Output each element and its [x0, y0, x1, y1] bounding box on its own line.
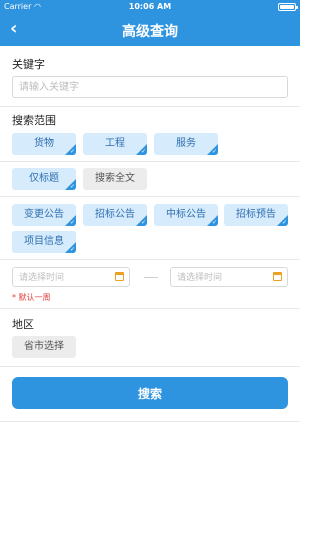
- calendar-icon[interactable]: [273, 272, 282, 281]
- search-button[interactable]: 搜索: [12, 377, 288, 409]
- chip-label: 货物: [34, 138, 54, 149]
- chip-label: 服务: [176, 138, 196, 149]
- chip-label: 项目信息: [24, 236, 64, 247]
- calendar-icon[interactable]: [115, 272, 124, 281]
- chip-title-only[interactable]: 仅标题 ✓: [12, 168, 76, 190]
- check-icon: ✓: [140, 148, 146, 155]
- check-icon: ✓: [211, 148, 217, 155]
- divider: [0, 196, 300, 197]
- chip-label: 变更公告: [24, 209, 64, 220]
- chip-label: 搜索全文: [95, 173, 135, 184]
- status-bar: Carrier ◠ 10:06 AM: [0, 0, 300, 14]
- chip-label: 省市选择: [24, 341, 64, 352]
- check-icon: ✓: [69, 148, 75, 155]
- divider: [0, 366, 300, 367]
- chip-engineering[interactable]: 工程 ✓: [83, 133, 147, 155]
- chip-label: 招标公告: [95, 209, 135, 220]
- divider: [0, 161, 300, 162]
- chip-project-info[interactable]: 项目信息 ✓: [12, 231, 76, 253]
- chip-change-notice[interactable]: 变更公告 ✓: [12, 204, 76, 226]
- chip-tender-preview[interactable]: 招标预告 ✓: [224, 204, 288, 226]
- divider: [0, 106, 300, 107]
- date-default-hint: * 默认一周: [12, 293, 51, 302]
- chip-label: 中标公告: [166, 209, 206, 220]
- end-date-input[interactable]: [170, 267, 288, 287]
- date-range-separator: [144, 277, 158, 278]
- scope-label: 搜索范围: [12, 114, 56, 127]
- nav-bar: ‹ 高级查询: [0, 14, 300, 46]
- region-label: 地区: [12, 318, 34, 331]
- chip-services[interactable]: 服务 ✓: [154, 133, 218, 155]
- chip-label: 招标预告: [236, 209, 276, 220]
- chip-award-notice[interactable]: 中标公告 ✓: [154, 204, 218, 226]
- chip-full-text[interactable]: 搜索全文: [83, 168, 147, 190]
- page-title: 高级查询: [122, 24, 178, 40]
- check-icon: ✓: [140, 219, 146, 226]
- divider: [0, 308, 300, 309]
- divider: [0, 259, 300, 260]
- check-icon: ✓: [69, 246, 75, 253]
- battery-icon: [278, 3, 298, 11]
- chip-label: 仅标题: [29, 173, 59, 184]
- check-icon: ✓: [69, 219, 75, 226]
- chip-goods[interactable]: 货物 ✓: [12, 133, 76, 155]
- keyword-label: 关键字: [12, 58, 45, 71]
- start-date-input[interactable]: [12, 267, 130, 287]
- check-icon: ✓: [281, 219, 287, 226]
- chip-tender-notice[interactable]: 招标公告 ✓: [83, 204, 147, 226]
- keyword-input[interactable]: [12, 76, 288, 98]
- check-icon: ✓: [69, 183, 75, 190]
- region-select-button[interactable]: 省市选择: [12, 336, 76, 358]
- divider: [0, 421, 300, 422]
- check-icon: ✓: [211, 219, 217, 226]
- status-time: 10:06 AM: [128, 2, 172, 11]
- chip-label: 工程: [105, 138, 125, 149]
